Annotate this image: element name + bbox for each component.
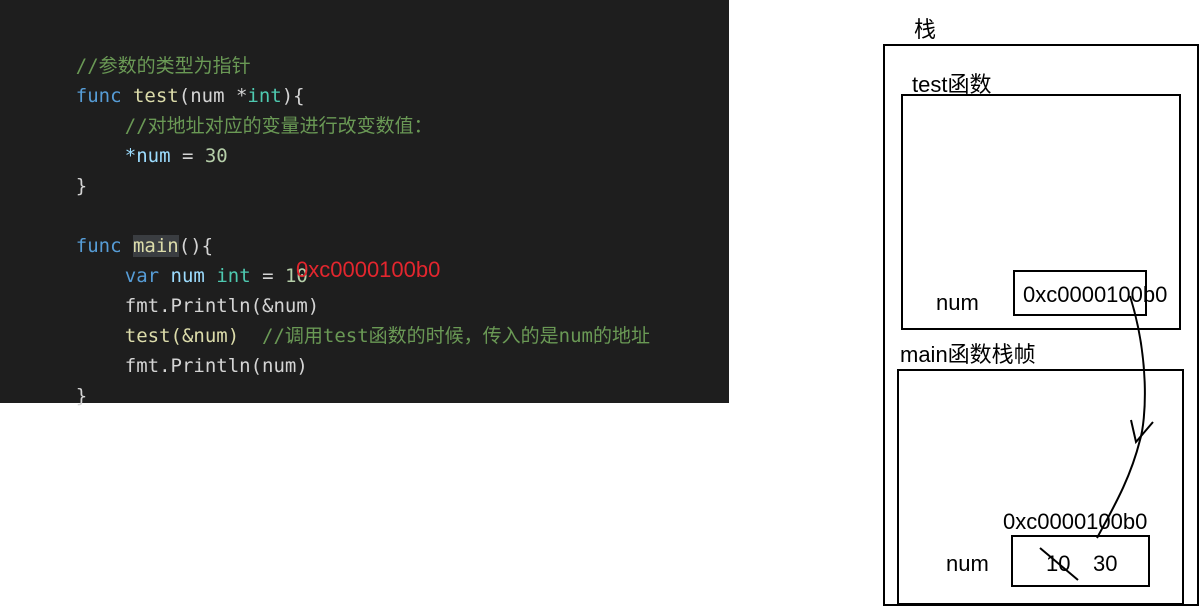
pointer-arrow-line bbox=[1096, 295, 1146, 539]
strike-through-mark bbox=[1039, 547, 1079, 581]
diagram-overlay bbox=[1039, 295, 1154, 581]
